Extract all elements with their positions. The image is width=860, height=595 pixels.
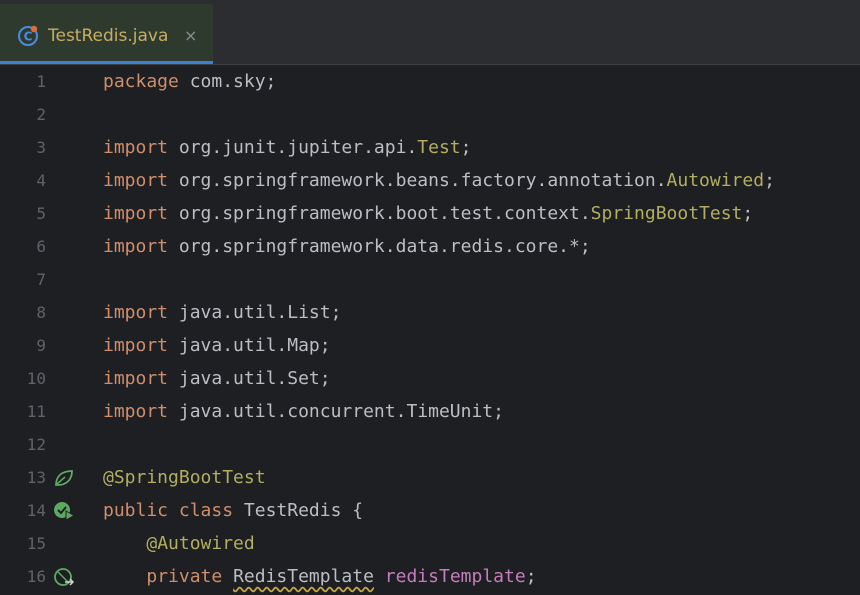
code-text[interactable]: public class TestRedis {	[103, 494, 363, 527]
line-number: 6	[36, 237, 46, 256]
class-reference: SpringBootTest	[590, 203, 743, 224]
code-line: 14 public class TestRedis {	[0, 494, 860, 527]
keyword: import	[103, 302, 169, 323]
editor-tab-bar: C TestRedis.java ×	[0, 0, 860, 65]
code-segment: ;	[525, 566, 537, 587]
code-line: 2	[0, 98, 860, 131]
line-number: 1	[36, 72, 46, 91]
code-line: 10 import java.util.Set;	[0, 362, 860, 395]
keyword: import	[103, 137, 169, 158]
code-segment: java.util.concurrent.TimeUnit;	[168, 401, 504, 422]
tab-title: TestRedis.java	[48, 26, 169, 46]
code-text[interactable]: import java.util.concurrent.TimeUnit;	[103, 395, 504, 428]
code-line: 13 @SpringBootTest	[0, 461, 860, 494]
run-test-icon[interactable]	[53, 501, 75, 521]
line-number: 10	[26, 369, 46, 388]
code-text[interactable]: import org.springframework.data.redis.co…	[103, 230, 591, 263]
keyword: public	[103, 500, 169, 521]
code-text[interactable]: import java.util.Set;	[103, 362, 331, 395]
line-number: 11	[26, 402, 46, 421]
line-number: 12	[26, 435, 46, 454]
line-number: 7	[36, 270, 46, 289]
code-line: 1 package com.sky;	[0, 65, 860, 98]
code-segment: ;	[742, 203, 754, 224]
line-number: 5	[36, 204, 46, 223]
code-line: 8 import java.util.List;	[0, 296, 860, 329]
code-text[interactable]: import java.util.List;	[103, 296, 341, 329]
code-segment: ;	[460, 137, 472, 158]
autowired-navigate-icon[interactable]	[53, 567, 75, 587]
keyword: package	[103, 71, 179, 92]
line-number: 4	[36, 171, 46, 190]
code-line: 6 import org.springframework.data.redis.…	[0, 230, 860, 263]
code-line: 16 private RedisTemplate redisTemplate;	[0, 560, 860, 593]
keyword: import	[103, 236, 169, 257]
code-text[interactable]: private RedisTemplate redisTemplate;	[103, 560, 537, 593]
line-number: 9	[36, 336, 46, 355]
code-segment: org.junit.jupiter.api.	[168, 137, 418, 158]
line-number: 3	[36, 138, 46, 157]
code-segment: TestRedis {	[233, 500, 364, 521]
annotation: @SpringBootTest	[103, 467, 266, 488]
line-number: 8	[36, 303, 46, 322]
keyword: import	[103, 335, 169, 356]
line-number: 16	[26, 567, 46, 586]
line-number: 13	[26, 468, 46, 487]
code-text[interactable]: import org.springframework.beans.factory…	[103, 164, 775, 197]
code-segment: org.springframework.beans.factory.annota…	[168, 170, 667, 191]
code-segment: com.sky;	[178, 71, 277, 92]
annotation: @Autowired	[146, 533, 255, 554]
keyword: import	[103, 368, 169, 389]
keyword: import	[103, 170, 169, 191]
code-segment: org.springframework.data.redis.core.*;	[168, 236, 591, 257]
code-line: 9 import java.util.Map;	[0, 329, 860, 362]
code-text[interactable]: import java.util.Map;	[103, 329, 331, 362]
class-reference: Test	[417, 137, 461, 158]
code-segment: java.util.List;	[168, 302, 342, 323]
code-segment: java.util.Set;	[168, 368, 331, 389]
spring-bean-icon[interactable]	[53, 468, 75, 488]
line-number: 14	[26, 501, 46, 520]
close-tab-icon[interactable]: ×	[184, 25, 197, 47]
type-reference: RedisTemplate	[233, 566, 374, 587]
line-number: 15	[26, 534, 46, 553]
code-line: 5 import org.springframework.boot.test.c…	[0, 197, 860, 230]
tab-testredis-java[interactable]: C TestRedis.java ×	[0, 4, 213, 64]
keyword: import	[103, 401, 169, 422]
code-segment: ;	[764, 170, 775, 191]
code-segment: java.util.Map;	[168, 335, 331, 356]
code-text[interactable]: import org.springframework.boot.test.con…	[103, 197, 753, 230]
code-line: 15 @Autowired	[0, 527, 860, 560]
svg-text:C: C	[24, 30, 33, 44]
keyword: class	[178, 500, 234, 521]
code-text[interactable]: @SpringBootTest	[103, 461, 266, 494]
code-line: 4 import org.springframework.beans.facto…	[0, 164, 860, 197]
code-line: 12	[0, 428, 860, 461]
class-reference: Autowired	[666, 170, 765, 191]
code-line: 3 import org.junit.jupiter.api.Test;	[0, 131, 860, 164]
keyword: import	[103, 203, 169, 224]
code-text[interactable]: package com.sky;	[103, 65, 276, 98]
code-segment: org.springframework.boot.test.context.	[168, 203, 591, 224]
code-text[interactable]: import org.junit.jupiter.api.Test;	[103, 131, 471, 164]
code-editor[interactable]: 1 package com.sky; 2 3 import org.junit.…	[0, 65, 860, 595]
java-class-icon: C	[18, 25, 38, 46]
line-number: 2	[36, 105, 46, 124]
code-line: 7	[0, 263, 860, 296]
code-line: 11 import java.util.concurrent.TimeUnit;	[0, 395, 860, 428]
code-text[interactable]: @Autowired	[103, 527, 255, 560]
field-name: redisTemplate	[384, 566, 526, 587]
keyword: private	[146, 566, 223, 587]
